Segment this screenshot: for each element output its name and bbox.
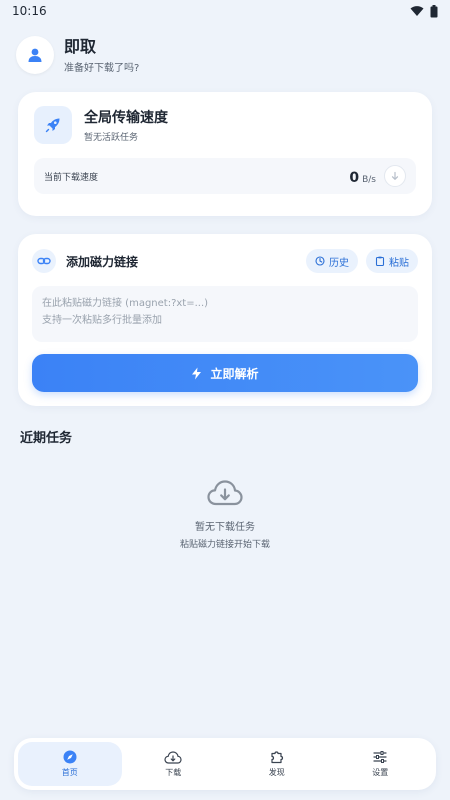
nav-label-discover: 发现 bbox=[268, 768, 285, 777]
link-icon bbox=[37, 257, 51, 265]
status-icons bbox=[410, 4, 438, 18]
empty-state: 暂无下载任务 粘贴磁力链接开始下载 bbox=[0, 480, 450, 550]
empty-state-title: 暂无下载任务 bbox=[195, 522, 255, 533]
avatar[interactable] bbox=[16, 36, 54, 74]
app-title: 即取 bbox=[64, 36, 97, 56]
paste-label: 粘贴 bbox=[389, 257, 409, 269]
history-label: 历史 bbox=[329, 257, 349, 269]
recent-tasks-title: 近期任务 bbox=[20, 431, 73, 446]
nav-item-settings[interactable]: 设置 bbox=[329, 742, 433, 786]
history-button[interactable]: 历史 bbox=[306, 249, 358, 273]
speed-header: 全局传输速度 暂无活跃任务 bbox=[34, 106, 168, 144]
magnet-link-title: 添加磁力链接 bbox=[66, 254, 139, 269]
clipboard-icon bbox=[375, 256, 385, 266]
speed-arrow-button[interactable] bbox=[384, 165, 406, 187]
sliders-icon bbox=[373, 751, 387, 763]
link-badge bbox=[32, 249, 56, 273]
magnet-link-card: 添加磁力链接 历史 粘贴 在此粘贴磁力链接 (magnet:?xt=...) 支… bbox=[18, 234, 432, 406]
header: 即取 准备好下载了吗? bbox=[16, 36, 139, 74]
current-speed-row: 当前下载速度 0 B/s bbox=[34, 158, 416, 194]
wifi-icon bbox=[410, 6, 424, 16]
rocket-icon bbox=[45, 118, 60, 133]
lightning-icon bbox=[192, 367, 202, 379]
nav-item-home[interactable]: 首页 bbox=[18, 742, 122, 786]
current-speed-unit: B/s bbox=[362, 174, 376, 185]
nav-item-downloads[interactable]: 下载 bbox=[122, 742, 226, 786]
current-speed-readout: 0 B/s bbox=[349, 165, 406, 187]
magnet-link-actions: 历史 粘贴 bbox=[306, 249, 418, 273]
bottom-nav: 首页 下载 发现 设置 bbox=[14, 738, 436, 790]
speed-card: 全局传输速度 暂无活跃任务 当前下载速度 0 B/s bbox=[18, 92, 432, 216]
magnet-link-input[interactable]: 在此粘贴磁力链接 (magnet:?xt=...) 支持一次粘贴多行批量添加 bbox=[32, 286, 418, 342]
parse-button[interactable]: 立即解析 bbox=[32, 354, 418, 392]
cloud-download-icon bbox=[207, 480, 243, 506]
nav-item-discover[interactable]: 发现 bbox=[225, 742, 329, 786]
current-speed-label: 当前下载速度 bbox=[44, 172, 99, 183]
parse-label: 立即解析 bbox=[210, 366, 259, 381]
nav-label-settings: 设置 bbox=[372, 768, 389, 777]
paste-button[interactable]: 粘贴 bbox=[366, 249, 418, 273]
nav-label-downloads: 下载 bbox=[165, 767, 182, 777]
battery-icon bbox=[430, 4, 438, 17]
nav-label-home: 首页 bbox=[61, 768, 78, 777]
magnet-link-header: 添加磁力链接 历史 粘贴 bbox=[32, 249, 418, 273]
arrow-down-icon bbox=[391, 171, 399, 180]
puzzle-icon bbox=[271, 751, 283, 764]
compass-icon bbox=[63, 750, 77, 764]
speed-title: 全局传输速度 bbox=[84, 110, 168, 126]
magnet-link-heading: 添加磁力链接 bbox=[32, 249, 138, 273]
status-bar: 10:16 bbox=[0, 0, 450, 22]
cloud-download-icon bbox=[164, 750, 182, 764]
empty-state-subtitle: 粘贴磁力链接开始下载 bbox=[179, 540, 270, 550]
speed-subtitle: 暂无活跃任务 bbox=[84, 133, 139, 143]
current-speed-value: 0 bbox=[349, 169, 360, 186]
app-subtitle: 准备好下载了吗? bbox=[64, 62, 140, 74]
status-time: 10:16 bbox=[12, 4, 47, 18]
rocket-badge bbox=[34, 106, 72, 144]
clock-icon bbox=[315, 256, 325, 266]
user-icon bbox=[28, 48, 42, 62]
